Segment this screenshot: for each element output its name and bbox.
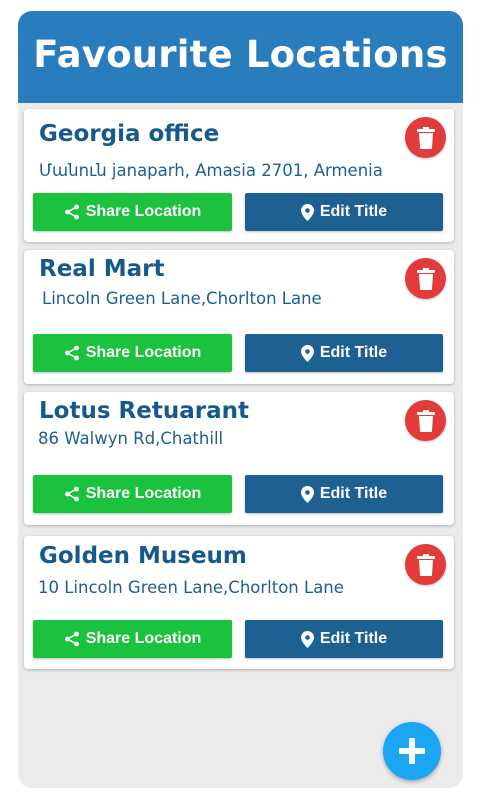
edit-label: Edit Title	[319, 203, 388, 220]
location-address: Lincoln Green Lane,Chorlton Lane	[42, 289, 322, 308]
location-title: Real Mart	[39, 256, 165, 282]
location-pin-icon	[300, 344, 314, 362]
edit-label: Edit Title	[319, 485, 388, 502]
trash-icon	[416, 267, 435, 290]
location-title: Lotus Retuarant	[39, 398, 249, 424]
delete-button[interactable]	[405, 400, 446, 441]
share-location-button[interactable]: Share Location	[33, 475, 232, 513]
share-label: Share Location	[85, 203, 202, 220]
edit-label: Edit Title	[319, 344, 388, 361]
delete-button[interactable]	[405, 544, 446, 585]
page-title: Favourite Locations	[33, 32, 448, 76]
location-card: Golden Museum 10 Lincoln Green Lane,Chor…	[24, 536, 454, 669]
share-label: Share Location	[85, 630, 202, 647]
location-address: 86 Walwyn Rd,Chathill	[38, 429, 224, 448]
share-icon	[64, 204, 80, 220]
location-pin-icon	[300, 485, 314, 503]
location-address: 10 Lincoln Green Lane,Chorlton Lane	[38, 578, 344, 597]
favourites-panel: Favourite Locations Georgia office Մանու…	[18, 11, 463, 788]
share-icon	[64, 486, 80, 502]
share-location-button[interactable]: Share Location	[33, 620, 232, 658]
share-label: Share Location	[85, 485, 202, 502]
trash-icon	[416, 126, 435, 149]
share-location-button[interactable]: Share Location	[33, 334, 232, 372]
delete-button[interactable]	[405, 117, 446, 158]
location-address: Մանուն janaparh, Amasia 2701, Armenia	[39, 161, 383, 180]
edit-title-button[interactable]: Edit Title	[245, 475, 443, 513]
trash-icon	[416, 409, 435, 432]
location-title: Georgia office	[39, 121, 220, 147]
location-title: Golden Museum	[39, 543, 247, 569]
location-pin-icon	[300, 630, 314, 648]
plus-icon	[399, 738, 425, 764]
edit-label: Edit Title	[319, 630, 388, 647]
share-icon	[64, 631, 80, 647]
delete-button[interactable]	[405, 258, 446, 299]
location-card: Georgia office Մանուն janaparh, Amasia 2…	[24, 109, 454, 242]
edit-title-button[interactable]: Edit Title	[245, 620, 443, 658]
edit-title-button[interactable]: Edit Title	[245, 334, 443, 372]
share-label: Share Location	[85, 344, 202, 361]
add-location-button[interactable]	[383, 722, 441, 780]
share-location-button[interactable]: Share Location	[33, 193, 232, 231]
share-icon	[64, 345, 80, 361]
trash-icon	[416, 553, 435, 576]
location-pin-icon	[300, 203, 314, 221]
edit-title-button[interactable]: Edit Title	[245, 193, 443, 231]
location-card: Lotus Retuarant 86 Walwyn Rd,Chathill Sh…	[24, 392, 454, 525]
app-header: Favourite Locations	[18, 11, 463, 103]
location-card: Real Mart Lincoln Green Lane,Chorlton La…	[24, 250, 454, 384]
